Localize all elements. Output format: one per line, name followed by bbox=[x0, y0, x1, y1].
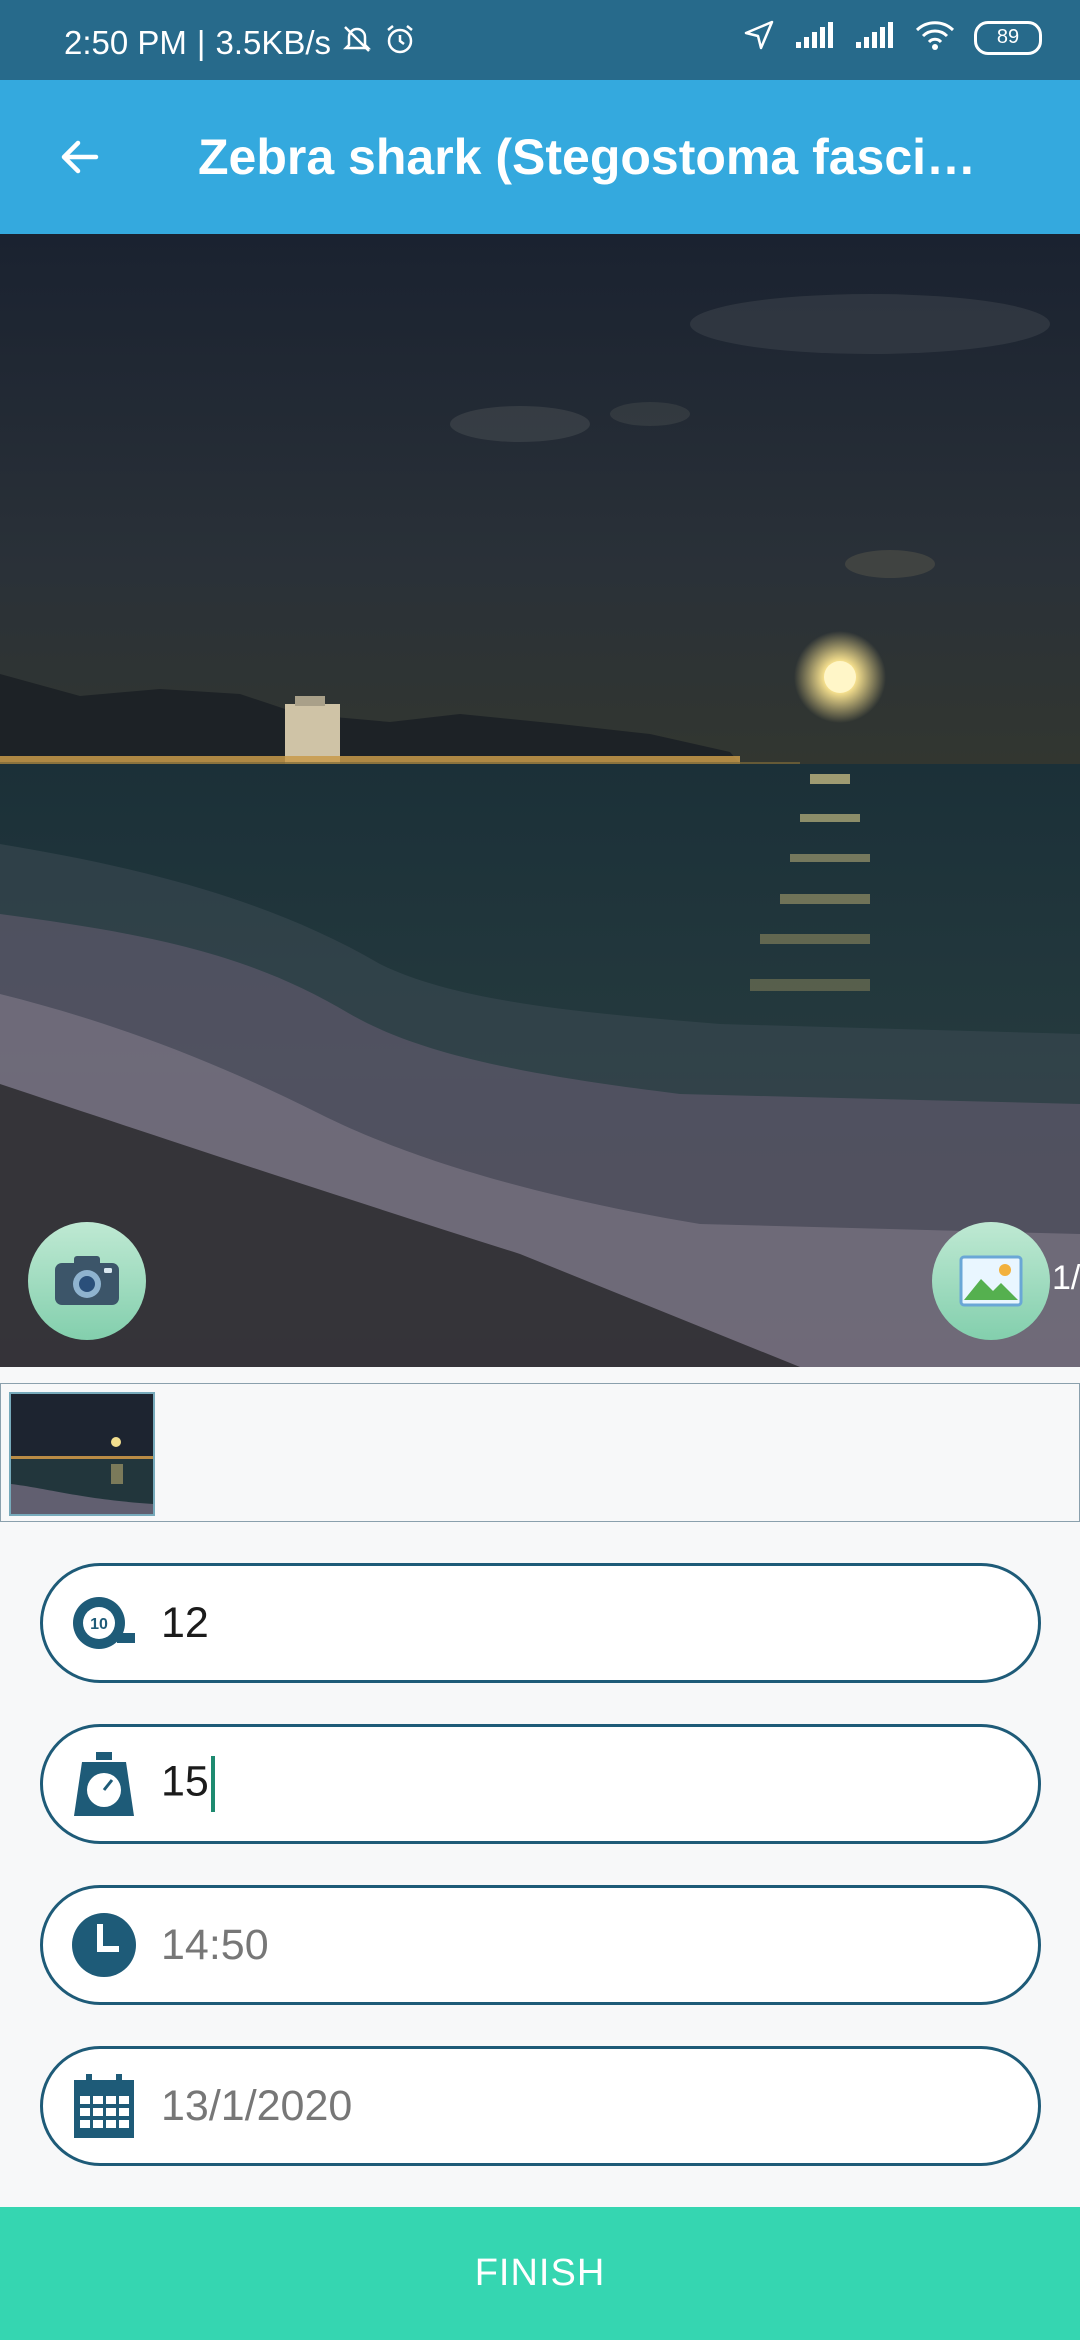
status-bar: 2:50 PM | 3.5KB/s 89 bbox=[0, 0, 1080, 80]
status-separator: | bbox=[196, 24, 206, 61]
signal-icon-2 bbox=[854, 20, 896, 55]
app-bar: Zebra shark (Stegostoma fasci… bbox=[0, 80, 1080, 234]
status-left: 2:50 PM | 3.5KB/s bbox=[64, 22, 417, 64]
main-photo[interactable]: 1/ bbox=[0, 234, 1080, 1367]
image-icon bbox=[959, 1255, 1023, 1307]
back-button[interactable] bbox=[40, 117, 120, 197]
time-field[interactable]: 14:50 bbox=[40, 1885, 1041, 2005]
alarm-icon bbox=[383, 22, 417, 64]
photo-thumbnail[interactable] bbox=[9, 1392, 155, 1516]
wifi-icon bbox=[914, 19, 956, 56]
clock-icon bbox=[69, 1910, 139, 1980]
weight-field[interactable]: 15 bbox=[40, 1724, 1041, 1844]
page-indicator: 1/ bbox=[1052, 1259, 1080, 1297]
status-right: 89 bbox=[742, 18, 1042, 57]
calendar-icon bbox=[69, 2071, 139, 2141]
battery-icon: 89 bbox=[974, 20, 1042, 55]
date-field[interactable]: 13/1/2020 bbox=[40, 2046, 1041, 2166]
gallery-button[interactable] bbox=[932, 1222, 1050, 1340]
arrow-left-icon bbox=[61, 140, 99, 174]
tape-measure-icon: 10 bbox=[69, 1588, 139, 1658]
location-icon bbox=[742, 18, 776, 57]
text-cursor bbox=[210, 1756, 215, 1812]
date-input[interactable]: 13/1/2020 bbox=[161, 2082, 352, 2131]
length-input[interactable]: 12 bbox=[161, 1599, 209, 1648]
length-field[interactable]: 10 12 bbox=[40, 1563, 1041, 1683]
camera-button[interactable] bbox=[28, 1222, 146, 1340]
scale-icon bbox=[69, 1749, 139, 1819]
thumbnail-strip bbox=[0, 1383, 1080, 1522]
signal-icon bbox=[794, 20, 836, 55]
finish-button[interactable]: FINISH bbox=[0, 2207, 1080, 2340]
svg-text:10: 10 bbox=[90, 1616, 108, 1633]
night-beach-image bbox=[0, 234, 1080, 1367]
camera-icon bbox=[55, 1256, 119, 1305]
status-speed: 3.5KB/s bbox=[215, 24, 332, 61]
weight-value: 15 bbox=[161, 1757, 209, 1806]
thumbnail-image bbox=[11, 1394, 153, 1514]
bell-muted-icon bbox=[341, 23, 373, 63]
page-title: Zebra shark (Stegostoma fasci… bbox=[198, 129, 977, 185]
weight-input[interactable]: 15 bbox=[161, 1756, 215, 1812]
status-time: 2:50 PM bbox=[64, 24, 187, 61]
time-input[interactable]: 14:50 bbox=[161, 1921, 269, 1970]
